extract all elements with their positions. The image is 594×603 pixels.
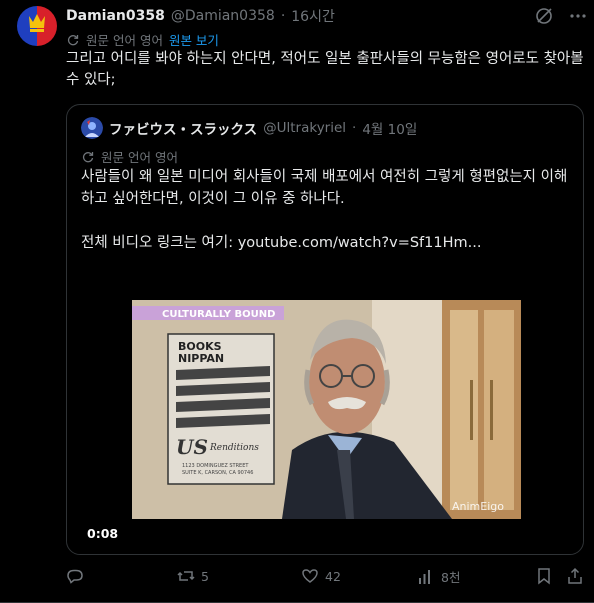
retweet-button[interactable]: 5 <box>177 567 209 585</box>
separator: · <box>280 8 286 24</box>
quote-paragraph: 사람들이 왜 일본 미디어 회사들이 국제 배포에서 여전히 그렇게 형편없는지… <box>81 169 568 207</box>
views-button[interactable]: 8천 <box>417 567 460 586</box>
views-count: 8천 <box>441 570 461 585</box>
like-button[interactable]: 42 <box>301 567 341 585</box>
timestamp[interactable]: 16시간 <box>291 6 335 26</box>
more-options-icon[interactable] <box>568 6 588 26</box>
quote-text: 사람들이 왜 일본 미디어 회사들이 국제 배포에서 여전히 그렇게 형편없는지… <box>81 166 571 254</box>
bookmark-icon <box>535 567 553 585</box>
poster: BOOKS NIPPAN US Renditions 1123 DOMINGUE… <box>167 333 275 485</box>
tweet-actions: 5 42 8천 <box>66 567 586 589</box>
grok-icon[interactable] <box>534 6 554 26</box>
share-icon <box>566 567 584 585</box>
retweet-icon <box>177 567 195 585</box>
reply-icon <box>66 567 84 585</box>
tweet-text: 그리고 어디를 봐야 하는지 안다면, 적어도 일본 출판사들의 무능함은 영어… <box>66 51 584 88</box>
share-button[interactable] <box>566 567 584 585</box>
quoted-tweet[interactable]: ファビウス・スラックス @Ultrakyriel · 4월 10일 원문 언어 … <box>66 104 584 555</box>
tweet-card[interactable]: Damian0358 @Damian0358 · 16시간 원문 언어 영어 원… <box>0 0 594 603</box>
quote-display-name[interactable]: ファビウス・スラックス <box>109 118 257 138</box>
quote-translated-from-label: 원문 언어 영어 <box>101 150 178 165</box>
show-original-link[interactable]: 원본 보기 <box>169 30 219 49</box>
quote-separator: · <box>352 120 357 136</box>
avatar[interactable] <box>17 6 57 46</box>
display-name[interactable]: Damian0358 <box>66 8 165 24</box>
like-count: 42 <box>325 568 341 584</box>
poster-address-2: SUITE K, CARSON, CA 90746 <box>182 470 253 476</box>
retweet-count: 5 <box>201 568 209 584</box>
poster-title-2: NIPPAN <box>178 352 224 365</box>
translation-notice: 원문 언어 영어 원본 보기 <box>66 30 219 49</box>
quote-link-paragraph[interactable]: 전체 비디오 링크는 여기: youtube.com/watch?v=Sf11H… <box>81 232 571 254</box>
views-icon <box>417 568 435 586</box>
poster-logo: Renditions <box>209 443 259 453</box>
video-frame[interactable]: CULTURALLY BOUND BOOKS NIPPAN US Renditi… <box>132 300 521 519</box>
translated-from-label: 원문 언어 영어 <box>86 33 163 48</box>
quote-header: ファビウス・スラックス @Ultrakyriel · 4월 10일 <box>81 117 417 139</box>
quote-avatar[interactable] <box>81 117 103 139</box>
video-player[interactable]: CULTURALLY BOUND BOOKS NIPPAN US Renditi… <box>67 280 583 554</box>
tweet-header: Damian0358 @Damian0358 · 16시간 <box>66 6 335 26</box>
quote-date[interactable]: 4월 10일 <box>362 118 417 138</box>
heart-icon <box>301 567 319 585</box>
translate-icon <box>66 33 80 47</box>
video-banner-text: CULTURALLY BOUND <box>162 309 275 320</box>
reply-button[interactable] <box>66 567 90 585</box>
poster-address-1: 1123 DOMINGUEZ STREET <box>182 463 249 469</box>
bookmark-button[interactable] <box>535 567 553 585</box>
translate-icon <box>81 150 95 164</box>
video-watermark: AnimEigo <box>452 500 504 513</box>
quote-handle[interactable]: @Ultrakyriel <box>263 120 346 136</box>
handle[interactable]: @Damian0358 <box>171 8 275 24</box>
quote-translation-notice: 원문 언어 영어 <box>81 147 178 166</box>
video-timestamp: 0:08 <box>87 526 119 541</box>
poster-logo-small: US <box>176 435 208 459</box>
